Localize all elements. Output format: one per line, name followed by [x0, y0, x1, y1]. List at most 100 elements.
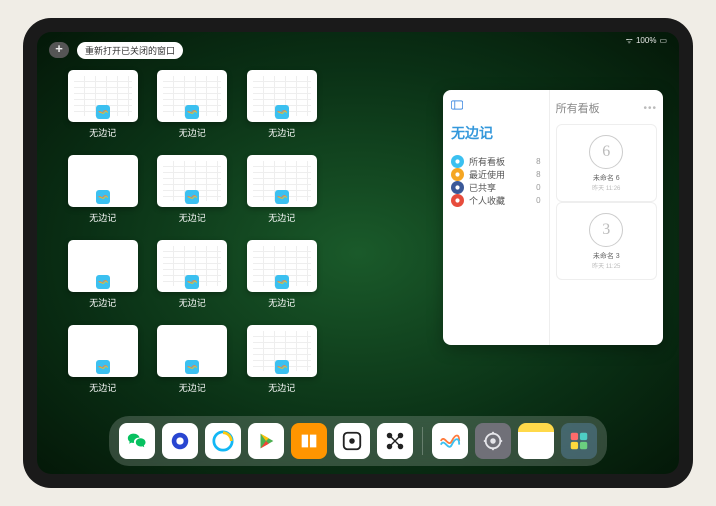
window-label: 无边记 — [268, 296, 295, 309]
panel-title: 无边记 — [451, 123, 541, 143]
window-card[interactable]: 无边记 — [157, 240, 229, 309]
sidebar-item[interactable]: 所有看板 8 — [451, 155, 541, 168]
panel-freeform[interactable]: 无边记 所有看板 8 最近使用 8 已共享 0 个人收藏 0 所有看板 ••• — [443, 90, 663, 345]
window-card[interactable]: 无边记 — [157, 155, 229, 224]
boards-title: 所有看板 — [556, 100, 600, 116]
window-label: 无边记 — [268, 126, 295, 139]
category-icon — [451, 155, 464, 168]
freeform-icon — [275, 105, 289, 119]
window-thumb[interactable] — [247, 325, 317, 377]
dock-notes-icon[interactable] — [518, 423, 554, 459]
window-card[interactable]: 无边记 — [67, 70, 139, 139]
dock-connect-icon[interactable] — [377, 423, 413, 459]
sidebar-item-label: 已共享 — [469, 181, 496, 194]
dock-wechat-icon[interactable] — [119, 423, 155, 459]
status-bar: ᯤ 100% ▭ — [626, 35, 667, 46]
ipad-frame: ᯤ 100% ▭ + 重新打开已关闭的窗口 无边记 无边记 无边记 无边记 — [23, 18, 693, 488]
window-label: 无边记 — [268, 381, 295, 394]
freeform-icon — [185, 190, 199, 204]
window-thumb[interactable] — [68, 70, 138, 122]
reopen-closed-button[interactable]: 重新打开已关闭的窗口 — [77, 42, 183, 59]
dock-separator — [422, 427, 423, 455]
board-date: 昨天 11:26 — [592, 183, 620, 192]
board-card[interactable]: 3 未命名 3 昨天 11:25 — [556, 202, 657, 280]
sidebar-item-count: 0 — [536, 196, 540, 205]
freeform-icon — [185, 275, 199, 289]
freeform-icon — [275, 190, 289, 204]
window-card[interactable]: 无边记 — [157, 70, 229, 139]
new-window-button[interactable]: + — [49, 42, 69, 58]
more-icon[interactable]: ••• — [643, 103, 657, 114]
window-card[interactable]: 无边记 — [246, 155, 318, 224]
board-name: 未命名 6 — [593, 173, 620, 183]
dock-books-icon[interactable] — [291, 423, 327, 459]
window-card[interactable]: 无边记 — [157, 325, 229, 394]
sidebar-item[interactable]: 最近使用 8 — [451, 168, 541, 181]
dock-play-icon[interactable] — [248, 423, 284, 459]
freeform-icon — [96, 275, 110, 289]
window-thumb[interactable] — [247, 70, 317, 122]
window-card[interactable]: 无边记 — [246, 240, 318, 309]
sidebar-item[interactable]: 个人收藏 0 — [451, 194, 541, 207]
board-date: 昨天 11:25 — [592, 261, 620, 270]
board-card[interactable]: 6 未命名 6 昨天 11:26 — [556, 124, 657, 202]
window-card[interactable]: 无边记 — [67, 325, 139, 394]
window-thumb[interactable] — [68, 155, 138, 207]
wifi-icon: ᯤ — [626, 35, 633, 46]
category-icon — [451, 168, 464, 181]
window-label: 无边记 — [179, 381, 206, 394]
window-label: 无边记 — [89, 126, 116, 139]
window-label: 无边记 — [89, 381, 116, 394]
windows-grid: 无边记 无边记 无边记 无边记 无边记 无边记 无边 — [67, 70, 407, 394]
sidebar-item-label: 所有看板 — [469, 155, 505, 168]
battery-label: 100% — [636, 36, 656, 45]
sidebar-item-label: 最近使用 — [469, 168, 505, 181]
sidebar-item-count: 0 — [536, 183, 540, 192]
dock-settings-icon[interactable] — [475, 423, 511, 459]
board-preview: 6 — [589, 135, 623, 169]
freeform-icon — [185, 105, 199, 119]
battery-icon: ▭ — [659, 36, 667, 45]
window-thumb[interactable] — [157, 70, 227, 122]
dock-netease-icon[interactable] — [162, 423, 198, 459]
window-label: 无边记 — [89, 211, 116, 224]
board-preview: 3 — [589, 213, 623, 247]
dock-freeform-icon[interactable] — [432, 423, 468, 459]
freeform-icon — [96, 360, 110, 374]
window-thumb[interactable] — [68, 240, 138, 292]
sidebar-item-count: 8 — [536, 157, 540, 166]
window-label: 无边记 — [179, 126, 206, 139]
window-label: 无边记 — [89, 296, 116, 309]
dock-qq-icon[interactable] — [205, 423, 241, 459]
sidebar-item-count: 8 — [536, 170, 540, 179]
freeform-icon — [96, 105, 110, 119]
freeform-icon — [96, 190, 110, 204]
sidebar-item[interactable]: 已共享 0 — [451, 181, 541, 194]
panel-sidebar: 无边记 所有看板 8 最近使用 8 已共享 0 个人收藏 0 — [443, 90, 549, 345]
window-card[interactable]: 无边记 — [246, 70, 318, 139]
window-label: 无边记 — [268, 211, 295, 224]
window-thumb[interactable] — [247, 240, 317, 292]
sidebar-icon[interactable] — [451, 100, 463, 113]
window-card[interactable]: 无边记 — [246, 325, 318, 394]
window-thumb[interactable] — [247, 155, 317, 207]
freeform-icon — [275, 275, 289, 289]
window-thumb[interactable] — [157, 155, 227, 207]
freeform-icon — [275, 360, 289, 374]
window-label: 无边记 — [179, 296, 206, 309]
screen: ᯤ 100% ▭ + 重新打开已关闭的窗口 无边记 无边记 无边记 无边记 — [37, 32, 679, 474]
category-icon — [451, 194, 464, 207]
window-thumb[interactable] — [157, 325, 227, 377]
dock-alt-icon[interactable] — [334, 423, 370, 459]
window-label: 无边记 — [179, 211, 206, 224]
window-thumb[interactable] — [68, 325, 138, 377]
window-card[interactable]: 无边记 — [67, 240, 139, 309]
sidebar-item-label: 个人收藏 — [469, 194, 505, 207]
window-thumb[interactable] — [157, 240, 227, 292]
dock-apps-icon[interactable] — [561, 423, 597, 459]
panel-boards: 所有看板 ••• 6 未命名 6 昨天 11:26 3 未命名 3 昨天 11:… — [549, 90, 663, 345]
dock — [109, 416, 607, 466]
category-icon — [451, 181, 464, 194]
freeform-icon — [185, 360, 199, 374]
window-card[interactable]: 无边记 — [67, 155, 139, 224]
